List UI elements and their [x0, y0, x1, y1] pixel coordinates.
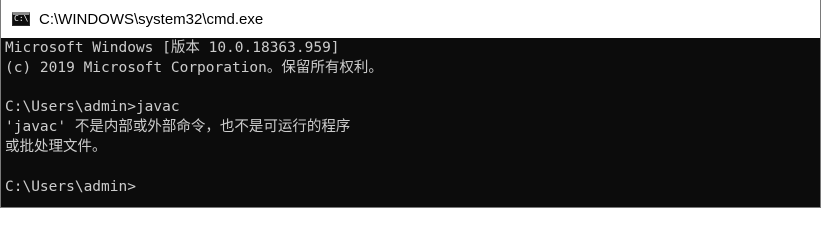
console-line: (c) 2019 Microsoft Corporation。保留所有权利。 [5, 60, 383, 76]
command-prompt[interactable]: C:\Users\admin> [5, 178, 136, 197]
title-bar[interactable]: C:\ C:\WINDOWS\system32\cmd.exe [1, 0, 820, 38]
console-line: 或批处理文件。 [5, 139, 107, 155]
cmd-icon: C:\ [12, 12, 30, 26]
cmd-icon-glyph: C:\ [14, 14, 29, 23]
console-line: C:\Users\admin>javac [5, 99, 180, 115]
cmd-window: C:\ C:\WINDOWS\system32\cmd.exe Microsof… [0, 0, 821, 208]
console-area[interactable]: Microsoft Windows [版本 10.0.18363.959] (c… [1, 38, 820, 207]
console-line: Microsoft Windows [版本 10.0.18363.959] [5, 40, 340, 56]
window-title: C:\WINDOWS\system32\cmd.exe [39, 10, 264, 28]
console-line: 'javac' 不是内部或外部命令，也不是可运行的程序 [5, 119, 351, 135]
